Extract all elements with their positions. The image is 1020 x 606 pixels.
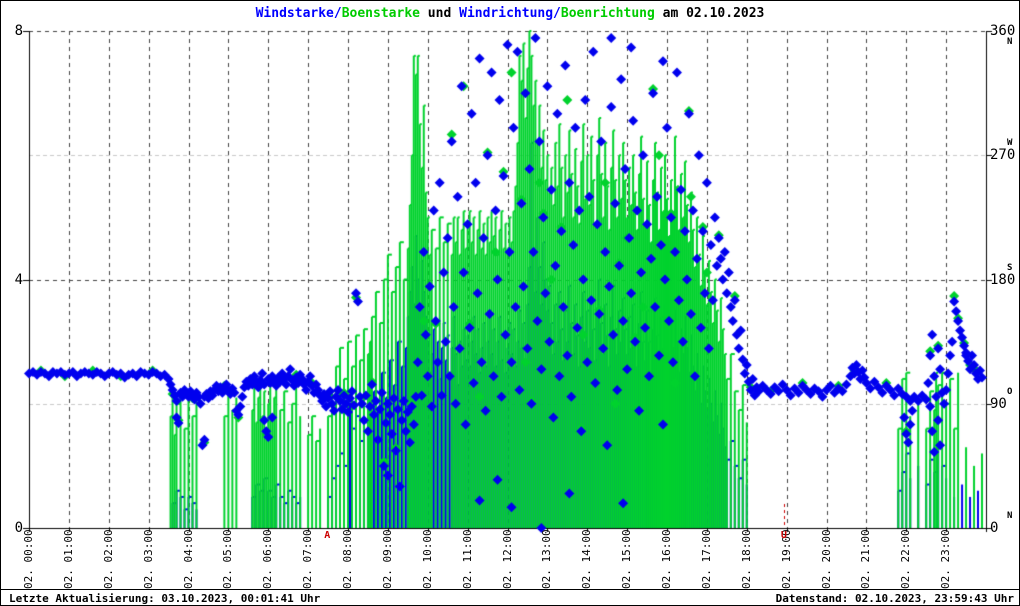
- x-axis-time-label: 02. 14:00: [580, 529, 594, 589]
- x-axis-time-label: 02. 22:00: [899, 529, 913, 589]
- x-axis-time-label: 02. 08:00: [341, 529, 354, 589]
- sun-event-label: U: [780, 530, 787, 541]
- left-axis-tick-label: 8: [14, 23, 23, 39]
- left-axis-tick-label: 4: [14, 271, 23, 288]
- chart-title-part: am 02.10.2023: [654, 6, 765, 21]
- x-axis-time-label: 02. 03:00: [141, 529, 155, 589]
- right-axis-tick-label: 90: [990, 395, 1007, 412]
- last-update-text: Letzte Aktualisierung: 03.10.2023, 00:01…: [9, 592, 321, 605]
- compass-direction-label: N: [1007, 37, 1013, 47]
- x-axis-time-label: 02. 05:00: [221, 529, 235, 589]
- x-axis-time-label: 02. 21:00: [859, 529, 873, 589]
- x-axis-time-label: 02. 20:00: [819, 529, 833, 589]
- right-axis-tick-label: 270: [990, 147, 1016, 164]
- x-axis-time-label: 02. 12:00: [500, 529, 514, 589]
- x-axis-time-label: 02. 23:00: [939, 529, 953, 589]
- chart-title-part: Boenrichtung: [560, 6, 655, 21]
- x-axis-time-label: 02. 16:00: [660, 529, 673, 589]
- compass-direction-label: O: [1007, 386, 1013, 397]
- wind-chart-page: Windstarke/Boenstarke und Windrichtung/B…: [0, 0, 1020, 606]
- left-axis-tick-label: 0: [14, 520, 23, 536]
- chart-title-part: Windstarke/: [255, 6, 342, 21]
- sun-event-label: A: [324, 530, 331, 541]
- x-axis-time-label: 02. 09:00: [380, 529, 394, 589]
- x-axis-time-label: 02. 06:00: [261, 529, 275, 589]
- x-axis-time-label: 02. 04:00: [181, 529, 195, 589]
- x-axis-time-label: 02. 13:00: [540, 529, 554, 589]
- chart-title-part: Windrichtung/: [459, 6, 561, 21]
- chart-title-part: Boenstarke: [341, 6, 420, 21]
- x-axis-time-label: 02. 15:00: [620, 529, 634, 589]
- x-axis-time-label: 02. 01:00: [61, 529, 75, 589]
- footer-divider: [1, 589, 1019, 590]
- data-timestamp-text: Datenstand: 02.10.2023, 23:59:43 Uhr: [775, 592, 1014, 605]
- chart-title: Windstarke/Boenstarke und Windrichtung/B…: [1, 6, 1019, 21]
- compass-direction-label: S: [1007, 262, 1013, 273]
- compass-direction-label: N: [1007, 511, 1013, 521]
- right-axis-tick-label: 180: [990, 271, 1016, 288]
- x-axis-time-label: 02. 10:00: [420, 529, 434, 589]
- x-axis-time-label: 02. 02:00: [101, 529, 115, 589]
- compass-direction-label: W: [1007, 138, 1013, 149]
- x-axis-time-label: 02. 17:00: [699, 529, 713, 589]
- x-axis-time-label: 02. 07:00: [301, 529, 315, 589]
- chart-title-part: und: [419, 6, 460, 21]
- x-axis-time-label: 02. 18:00: [739, 529, 753, 589]
- chart-plot-canvas: [1, 1, 1019, 605]
- x-axis-time-label: 02. 11:00: [460, 529, 474, 589]
- x-axis-time-label: 02. 00:00: [22, 529, 35, 589]
- right-axis-tick-label: 0: [990, 520, 999, 536]
